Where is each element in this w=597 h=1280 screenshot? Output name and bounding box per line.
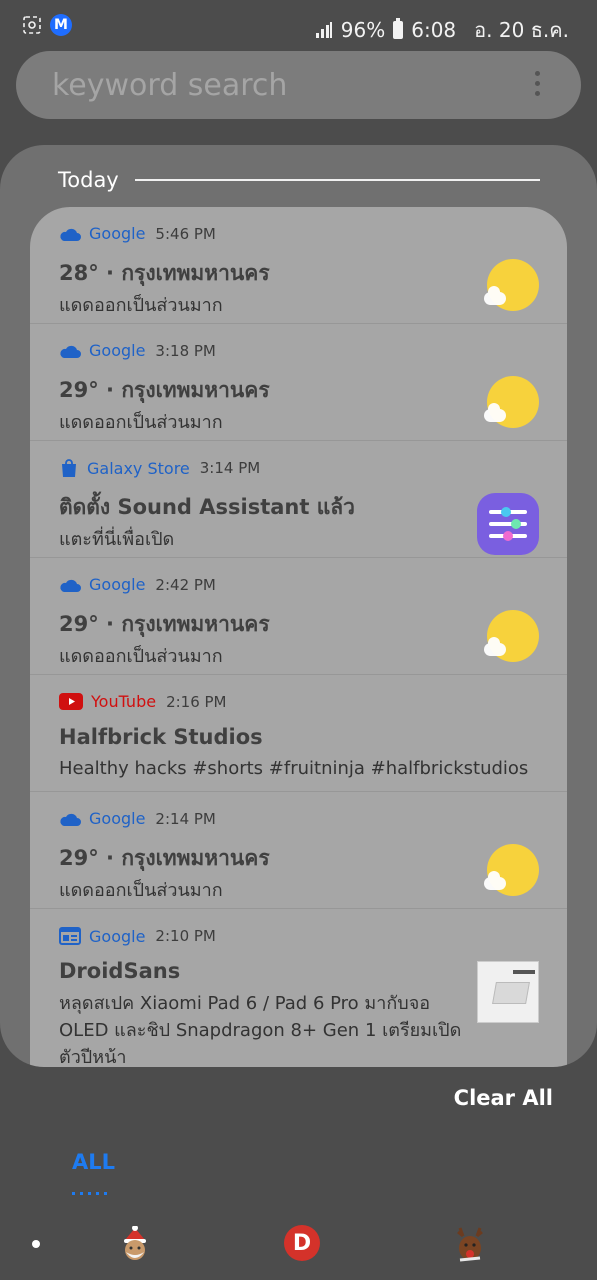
notification-history-panel: Today Google 5:46 PM 28° · กรุงเทพมหานคร… <box>0 145 597 1067</box>
tab-all[interactable]: ALL <box>72 1150 115 1174</box>
app-name: Galaxy Store <box>87 458 190 478</box>
partly-sunny-icon <box>484 259 539 311</box>
cloud-icon <box>60 345 81 358</box>
notification-item[interactable]: Google 2:14 PM 29° · กรุงเทพมหานคร แดดออ… <box>30 792 567 909</box>
notification-body: Healthy hacks #shorts #fruitninja #halfb… <box>59 758 529 779</box>
section-header: Today <box>58 165 540 195</box>
clear-all-button[interactable]: Clear All <box>454 1086 553 1110</box>
notification-time: 3:14 PM <box>199 459 261 477</box>
notification-title: 29° · กรุงเทพมหานคร <box>59 612 270 636</box>
notification-time: 5:46 PM <box>155 224 216 243</box>
notification-item[interactable]: YouTube 2:16 PM Halfbrick Studios Health… <box>30 675 567 792</box>
notification-item[interactable]: Google 2:10 PM DroidSans หลุดสเปค Xiaomi… <box>30 909 567 1067</box>
bottom-bar: D <box>0 1218 597 1268</box>
notification-list: Google 5:46 PM 28° · กรุงเทพมหานคร แดดออ… <box>30 207 567 1067</box>
notification-item[interactable]: Google 3:18 PM 29° · กรุงเทพมหานคร แดดออ… <box>30 324 567 441</box>
app-name: YouTube <box>91 692 157 711</box>
notification-title: ติดตั้ง Sound Assistant แล้ว <box>59 495 355 519</box>
date: อ. 20 ธ.ค. <box>474 18 569 42</box>
partly-sunny-icon <box>484 844 539 896</box>
m-app-icon: M <box>50 14 72 36</box>
notification-body: แดดออกเป็นส่วนมาก <box>59 646 223 667</box>
divider <box>134 179 540 181</box>
notification-body: แดดออกเป็นส่วนมาก <box>59 412 223 433</box>
notification-item[interactable]: Google 5:46 PM 28° · กรุงเทพมหานคร แดดออ… <box>30 207 567 324</box>
d-app-icon[interactable]: D <box>284 1225 320 1261</box>
partly-sunny-icon <box>484 376 539 428</box>
notification-title: Halfbrick Studios <box>59 725 263 749</box>
notification-item[interactable]: Google 2:42 PM 29° · กรุงเทพมหานคร แดดออ… <box>30 558 567 675</box>
app-name: Google <box>89 926 146 946</box>
more-options-icon[interactable] <box>533 71 541 99</box>
search-input[interactable] <box>52 63 512 107</box>
screenshot-icon <box>23 16 41 34</box>
section-today-label: Today <box>58 168 119 192</box>
cloud-icon <box>60 228 81 241</box>
clock: 6:08 <box>411 18 457 42</box>
sound-assistant-app-icon <box>477 493 539 555</box>
notification-body: หลุดสเปค Xiaomi Pad 6 / Pad 6 Pro มากับจ… <box>59 993 462 1067</box>
signal-icon <box>315 22 332 38</box>
news-icon <box>59 927 81 945</box>
notification-body: แดดออกเป็นส่วนมาก <box>59 880 223 901</box>
article-thumbnail <box>477 961 539 1023</box>
notification-title: 28° · กรุงเทพมหานคร <box>59 261 270 285</box>
youtube-icon <box>59 693 83 710</box>
santa-sticker-icon[interactable] <box>117 1226 153 1262</box>
battery-percent: 96% <box>340 18 386 42</box>
status-bar: M 96% 6:08 อ. 20 ธ.ค. <box>0 0 597 52</box>
notification-time: 2:42 PM <box>155 575 216 594</box>
reindeer-sticker-icon[interactable] <box>450 1224 490 1264</box>
notification-time: 3:18 PM <box>155 341 216 360</box>
search-bar <box>16 51 581 119</box>
notification-body: แตะที่นี่เพื่อเปิด <box>59 529 175 550</box>
app-name: Google <box>89 809 146 828</box>
notification-title: 29° · กรุงเทพมหานคร <box>59 378 270 402</box>
page-indicator-dot <box>32 1240 40 1248</box>
app-name: Google <box>89 575 146 594</box>
notification-title: 29° · กรุงเทพมหานคร <box>59 846 270 870</box>
app-name: Google <box>89 341 146 360</box>
notification-item[interactable]: Galaxy Store 3:14 PM ติดตั้ง Sound Assis… <box>30 441 567 558</box>
notification-time: 2:10 PM <box>155 927 216 945</box>
cloud-icon <box>60 579 81 592</box>
shopping-bag-icon <box>62 459 76 477</box>
battery-icon <box>393 18 404 39</box>
notification-body: แดดออกเป็นส่วนมาก <box>59 295 223 316</box>
notification-time: 2:14 PM <box>155 809 216 828</box>
app-name: Google <box>89 224 146 243</box>
tab-indicator <box>72 1192 112 1195</box>
cloud-icon <box>60 813 81 826</box>
notification-title: DroidSans <box>59 959 181 983</box>
notification-time: 2:16 PM <box>166 692 227 711</box>
partly-sunny-icon <box>484 610 539 662</box>
